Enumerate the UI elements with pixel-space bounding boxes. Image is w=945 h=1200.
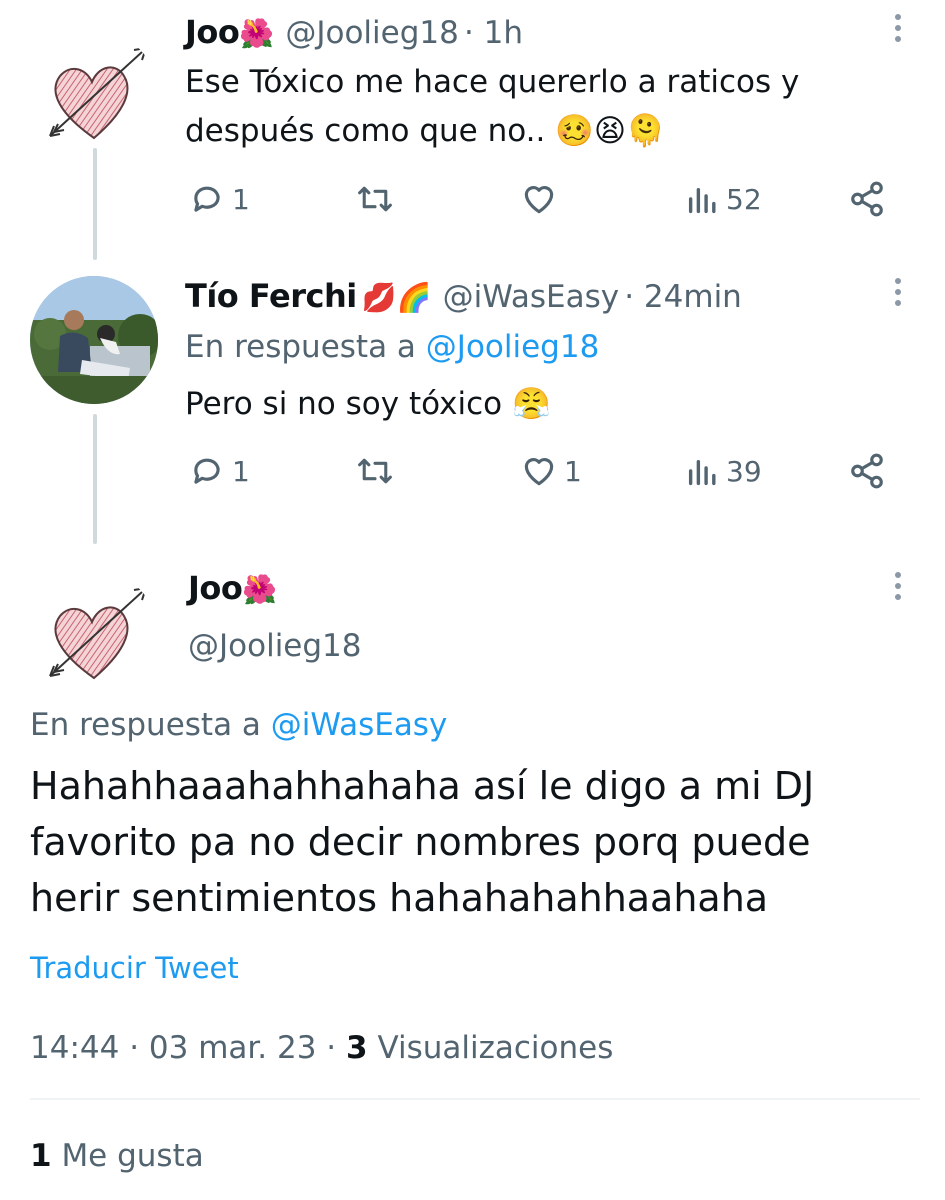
- reply-icon: [194, 458, 220, 484]
- tweet-text: Pero si no soy tóxico: [185, 386, 503, 422]
- views-label: Visualizaciones: [377, 1030, 614, 1066]
- avatar-joo[interactable]: [30, 30, 158, 158]
- tweet-text-line: después como que no..: [185, 113, 546, 149]
- views-count: 52: [726, 182, 762, 216]
- reply-context: En respuesta a @Joolieg18: [185, 326, 599, 368]
- tweet-timestamp[interactable]: 14:44 · 03 mar. 23 ·: [30, 1030, 336, 1066]
- retweet-button[interactable]: [355, 452, 401, 490]
- retweet-icon: [358, 458, 392, 484]
- views-button[interactable]: 52: [686, 180, 762, 218]
- likes-label: Me gusta: [61, 1138, 204, 1174]
- tweet-metadata: 14:44 · 03 mar. 23 · 3 Visualizaciones: [30, 1026, 613, 1070]
- tweet-2-header: Tío Ferchi 💋🌈 @iWasEasy · 24min: [185, 276, 742, 322]
- author-name[interactable]: Tío Ferchi: [185, 277, 357, 315]
- tweet-text-line: herir sentimientos hahahahahhaahaha: [30, 876, 769, 920]
- name-emojis: 💋🌈: [361, 281, 432, 314]
- reply-count: 1: [232, 182, 250, 216]
- main-tweet-text: Hahahhaaahahhahaha así le digo a mi DJ f…: [30, 758, 814, 926]
- retweet-icon: [358, 186, 392, 212]
- author-name[interactable]: Joo: [185, 13, 240, 51]
- thread-line: [93, 148, 97, 260]
- share-button[interactable]: [848, 180, 886, 218]
- views-chart-icon: [688, 460, 716, 486]
- heart-arrow-avatar-icon: [49, 586, 148, 680]
- profile-photo-icon: [30, 276, 158, 404]
- tweet-text-line: Hahahhaaahahhahaha así le digo a mi DJ: [30, 764, 815, 808]
- share-icon: [851, 453, 883, 489]
- views-count: 3: [346, 1030, 368, 1066]
- hibiscus-emoji: 🌺: [239, 17, 275, 50]
- tweet-2-text: Pero si no soy tóxico 😤: [185, 380, 551, 429]
- main-author-handle[interactable]: @Joolieg18: [188, 626, 362, 666]
- reply-to-handle[interactable]: @iWasEasy: [271, 707, 448, 743]
- tweet-time[interactable]: · 24min: [624, 279, 742, 315]
- share-icon: [851, 181, 883, 217]
- more-options-icon[interactable]: [893, 278, 903, 311]
- reply-button[interactable]: 1: [188, 180, 250, 218]
- author-handle[interactable]: @Joolieg18: [285, 15, 459, 51]
- heart-icon: [524, 186, 554, 214]
- tweet-1-text: Ese Tóxico me hace quererlo a raticos y …: [185, 58, 885, 156]
- like-button[interactable]: 1: [520, 452, 582, 490]
- hibiscus-emoji: 🌺: [242, 573, 278, 606]
- divider: [30, 1098, 920, 1100]
- reply-prefix: En respuesta a: [30, 707, 261, 743]
- views-count: 39: [726, 454, 762, 488]
- tweet-time[interactable]: · 1h: [464, 15, 523, 51]
- reply-button[interactable]: 1: [188, 452, 250, 490]
- views-button[interactable]: 39: [686, 452, 762, 490]
- main-author-name[interactable]: Joo🌺: [188, 568, 277, 614]
- heart-icon: [524, 458, 554, 486]
- thread-line: [93, 414, 97, 544]
- likes-count: 1: [30, 1138, 52, 1174]
- tweet-emoji: 😤: [511, 386, 551, 422]
- reply-to-handle[interactable]: @Joolieg18: [426, 329, 600, 365]
- translate-tweet-link[interactable]: Traducir Tweet: [30, 948, 239, 988]
- views-chart-icon: [688, 188, 716, 214]
- main-reply-context: En respuesta a @iWasEasy: [30, 704, 447, 746]
- tweet-1-header: Joo🌺 @Joolieg18 · 1h: [185, 12, 523, 58]
- like-count: 1: [564, 454, 582, 488]
- tweet-text-line: Ese Tóxico me hace quererlo a raticos y: [185, 64, 800, 100]
- reply-count: 1: [232, 454, 250, 488]
- tweet-text-line: favorito pa no decir nombres porq puede: [30, 820, 811, 864]
- author-handle[interactable]: @iWasEasy: [443, 279, 620, 315]
- avatar-joo[interactable]: [30, 570, 158, 698]
- reply-icon: [194, 186, 220, 212]
- like-button[interactable]: [520, 180, 564, 218]
- heart-arrow-avatar-icon: [49, 46, 148, 140]
- tweet-emojis: 🥴😫🫠: [555, 113, 665, 149]
- reply-prefix: En respuesta a: [185, 329, 416, 365]
- more-options-icon[interactable]: [893, 14, 903, 47]
- avatar-tio-ferchi[interactable]: [30, 276, 158, 404]
- more-options-icon[interactable]: [893, 572, 903, 605]
- retweet-button[interactable]: [355, 180, 401, 218]
- author-name: Joo: [188, 569, 243, 607]
- share-button[interactable]: [848, 452, 886, 490]
- likes-summary[interactable]: 1 Me gusta: [30, 1134, 204, 1178]
